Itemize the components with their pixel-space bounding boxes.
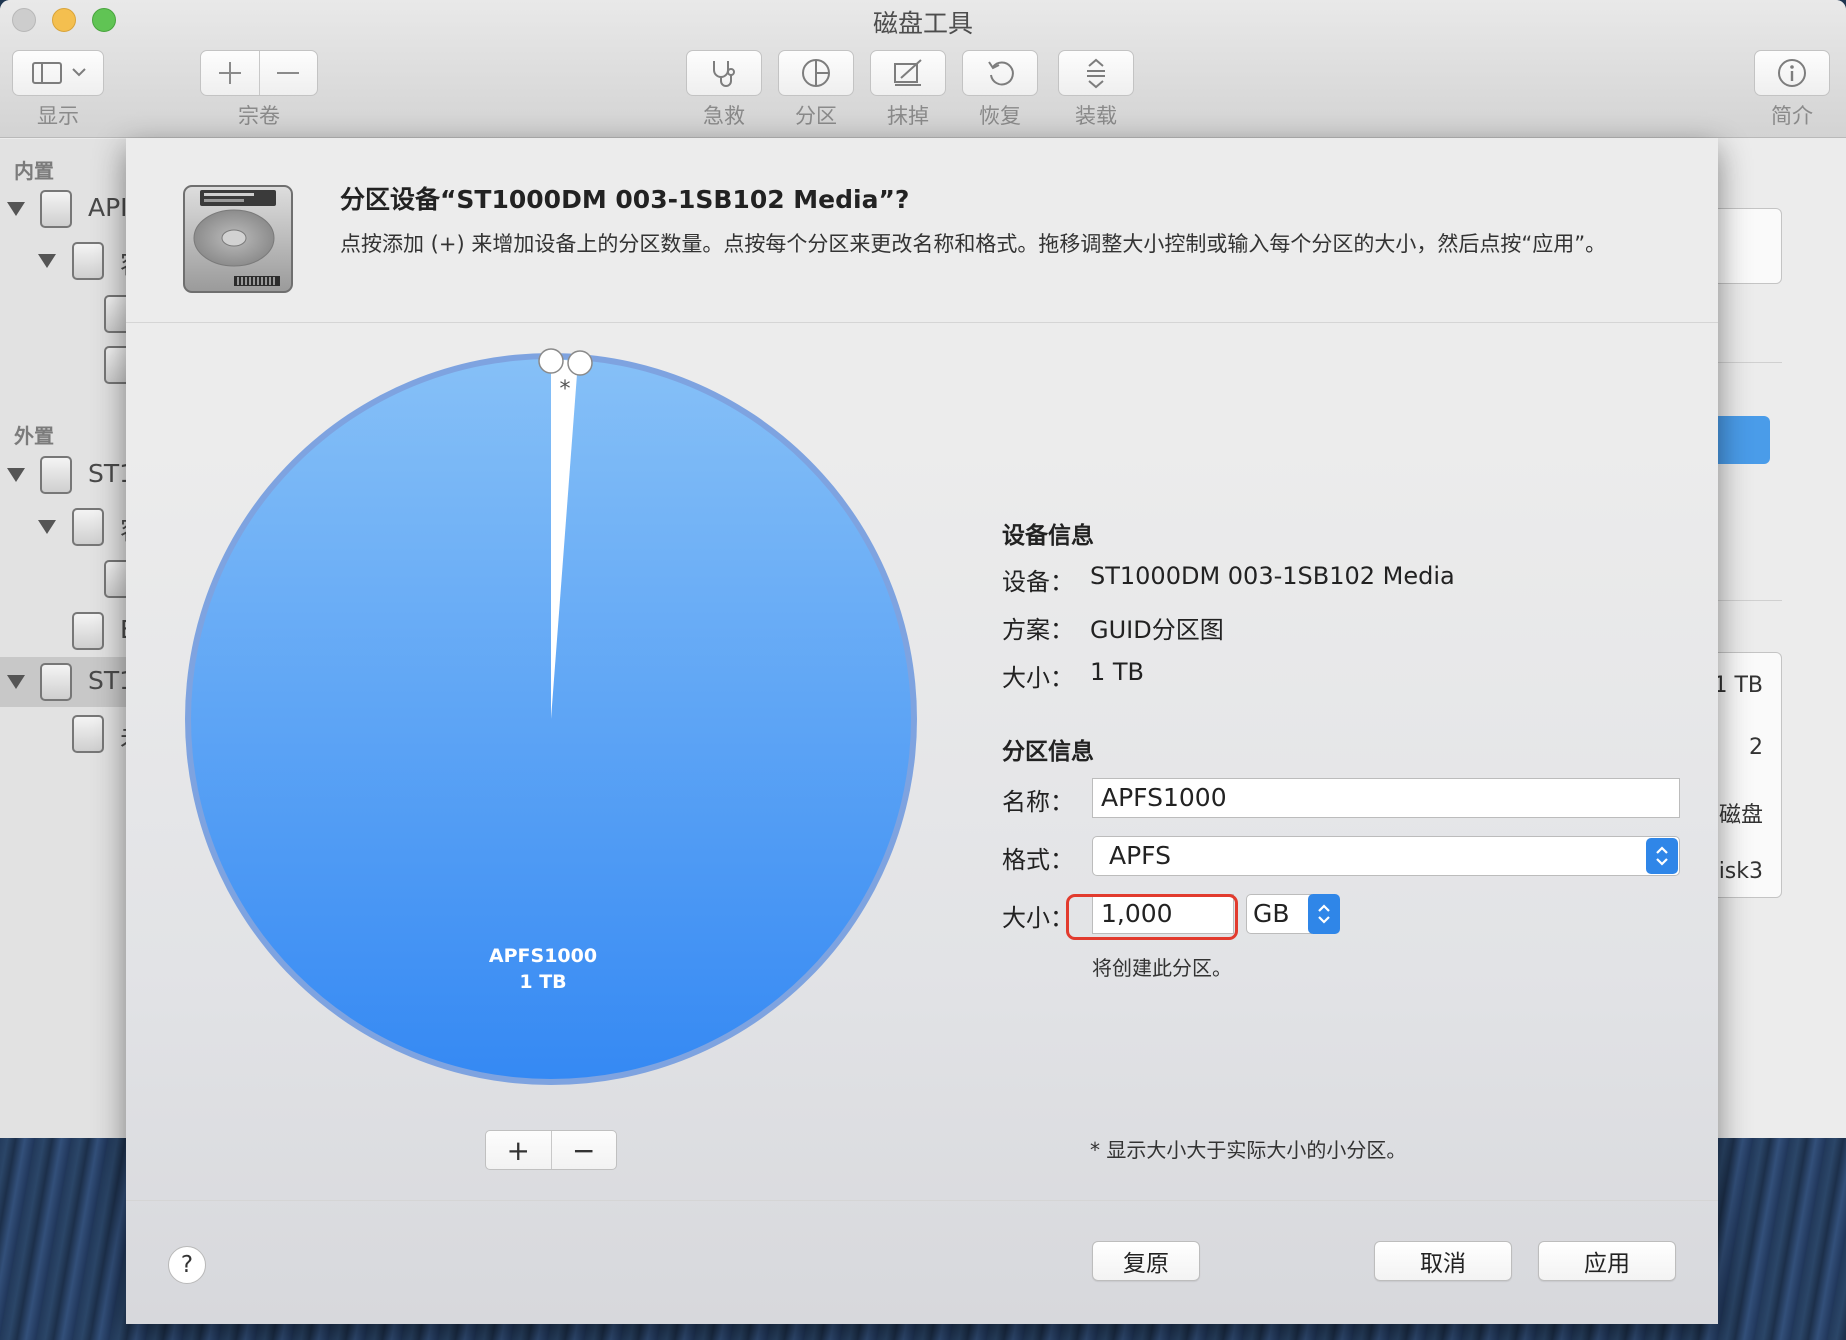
partition-info-heading: 分区信息 — [1002, 739, 1094, 765]
format-label: 格式： — [1002, 846, 1074, 874]
info-icon — [1778, 59, 1806, 87]
partition-name-field[interactable]: APFS1000 — [1092, 778, 1680, 818]
hard-drive-icon — [40, 190, 72, 228]
format-popup[interactable]: APFS — [1092, 836, 1680, 876]
eraser-icon — [894, 59, 922, 86]
device-label: 设备： — [1002, 568, 1074, 596]
detail-value: isk3 — [1718, 859, 1763, 884]
volume-label: 宗卷 — [238, 104, 280, 128]
resize-handle[interactable] — [538, 348, 564, 374]
disclosure-triangle-icon[interactable] — [38, 254, 56, 268]
disclosure-triangle-icon[interactable] — [7, 468, 25, 482]
external-drive-icon — [40, 663, 72, 701]
cancel-button[interactable]: 取消 — [1374, 1241, 1512, 1281]
highlight-annotation — [1066, 894, 1238, 940]
scheme-value: GUID分区图 — [1090, 616, 1224, 644]
resize-handle[interactable] — [567, 350, 593, 376]
chevron-up-down-icon — [1318, 904, 1330, 924]
device-size-label: 大小： — [1002, 664, 1074, 692]
sheet-description: 点按添加 (+) 来增加设备上的分区数量。点按每个分区来更改名称和格式。拖移调整… — [340, 232, 1607, 256]
pie-partition-name: APFS1000 — [489, 945, 597, 967]
small-partition-marker: * — [560, 377, 571, 402]
restore-button[interactable] — [962, 50, 1038, 96]
erase-button[interactable] — [870, 50, 946, 96]
external-heading: 外置 — [14, 424, 54, 448]
external-drive-icon — [72, 612, 104, 650]
footer-separator — [126, 1200, 1718, 1201]
partition-status: 将创建此分区。 — [1092, 956, 1232, 980]
view-button[interactable] — [12, 50, 104, 96]
revert-button[interactable]: 复原 — [1092, 1241, 1200, 1281]
partition-label: 分区 — [795, 104, 837, 128]
window-title: 磁盘工具 — [872, 9, 973, 38]
external-drive-icon — [72, 715, 104, 753]
restore-icon — [988, 61, 1014, 86]
help-button[interactable]: ? — [168, 1246, 206, 1284]
restore-label: 恢复 — [979, 104, 1021, 128]
first-aid-button[interactable] — [686, 50, 762, 96]
detail-value: 磁盘 — [1718, 803, 1763, 828]
sidebar-item-label: API — [88, 193, 128, 222]
pie-chart-icon — [802, 59, 830, 87]
partition-size-label: 大小： — [1002, 904, 1074, 932]
scheme-label: 方案： — [1002, 616, 1074, 644]
header-separator — [126, 322, 1718, 323]
add-partition-button[interactable]: + — [486, 1131, 551, 1169]
partition-add-remove: + − — [485, 1130, 617, 1170]
disclosure-triangle-icon[interactable] — [7, 675, 25, 689]
partition-sheet: 分区设备“ST1000DM 003-1SB102 Media”? 点按添加 (+… — [126, 138, 1718, 1324]
remove-volume-button[interactable] — [260, 51, 318, 95]
sidebar-toggle-icon — [32, 62, 86, 84]
remove-partition-button[interactable]: − — [550, 1131, 617, 1169]
chevron-up-down-icon — [1656, 846, 1668, 866]
disclosure-triangle-icon[interactable] — [7, 202, 25, 216]
external-drive-icon — [72, 508, 104, 546]
volume-buttons — [200, 50, 318, 96]
detail-value: 2 — [1749, 735, 1763, 760]
size-unit-value: GB — [1253, 899, 1290, 928]
device-value: ST1000DM 003-1SB102 Media — [1090, 562, 1455, 590]
stethoscope-icon — [713, 61, 735, 87]
first-aid-label: 急救 — [703, 104, 745, 128]
disclosure-triangle-icon[interactable] — [38, 520, 56, 534]
size-unit-arrows[interactable] — [1308, 894, 1340, 934]
partition-pie-chart[interactable]: * APFS1000 1 TB — [180, 348, 922, 1090]
apply-button[interactable]: 应用 — [1538, 1241, 1676, 1281]
minus-icon — [277, 72, 300, 74]
format-popup-arrows[interactable] — [1646, 838, 1678, 874]
mount-label: 装载 — [1075, 104, 1117, 128]
view-label: 显示 — [37, 104, 79, 128]
info-label: 简介 — [1771, 104, 1813, 128]
name-label: 名称： — [1002, 788, 1074, 816]
internal-heading: 内置 — [14, 159, 54, 183]
device-info-heading: 设备信息 — [1002, 523, 1094, 549]
mount-button[interactable] — [1058, 50, 1134, 96]
size-unit-popup[interactable]: GB — [1246, 894, 1312, 934]
erase-label: 抹掉 — [887, 104, 929, 128]
pie-partition-size: 1 TB — [519, 971, 566, 993]
add-volume-button[interactable] — [201, 51, 260, 95]
device-size-value: 1 TB — [1090, 658, 1145, 686]
sheet-title: 分区设备“ST1000DM 003-1SB102 Media”? — [340, 185, 910, 214]
hard-drive-icon — [72, 242, 104, 280]
plus-icon — [218, 62, 241, 84]
mount-icon — [1087, 58, 1105, 89]
format-value: APFS — [1109, 841, 1171, 870]
partition-button[interactable] — [778, 50, 854, 96]
small-partition-footnote: * 显示大小大于实际大小的小分区。 — [1090, 1138, 1407, 1162]
hard-drive-icon — [183, 185, 293, 293]
detail-value: 1 TB — [1713, 673, 1763, 698]
toolbar: 磁盘工具 显示 宗卷 急救 分区 抹掉 恢复 装载 简介 — [0, 0, 1846, 138]
external-drive-icon — [40, 456, 72, 494]
info-button[interactable] — [1754, 50, 1830, 96]
